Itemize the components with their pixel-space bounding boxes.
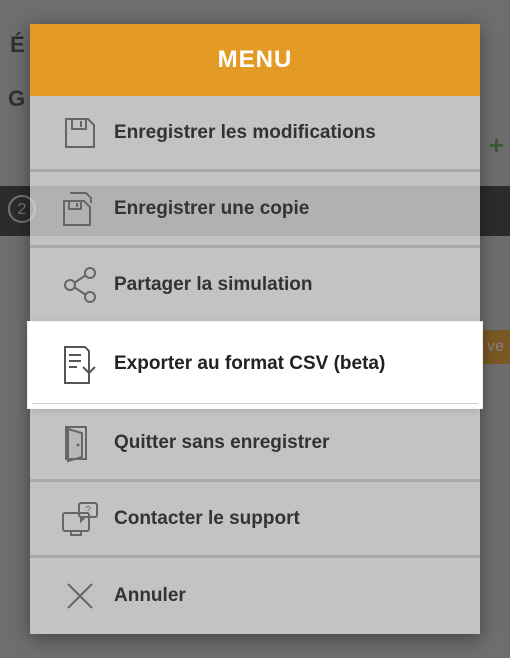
menu-item-save[interactable]: Enregistrer les modifications	[30, 96, 480, 172]
menu-item-save-copy[interactable]: Enregistrer une copie	[30, 172, 480, 248]
menu-item-label: Exporter au format CSV (beta)	[114, 353, 385, 375]
save-icon	[48, 113, 112, 153]
support-icon: ?	[48, 499, 112, 539]
menu-item-label: Contacter le support	[114, 508, 300, 530]
share-icon	[48, 265, 112, 305]
close-icon	[48, 578, 112, 614]
menu-item-label: Partager la simulation	[114, 274, 313, 296]
svg-text:?: ?	[85, 505, 91, 516]
menu-item-share[interactable]: Partager la simulation	[30, 248, 480, 324]
menu-item-label: Enregistrer les modifications	[114, 122, 376, 144]
menu-list: Enregistrer les modifications Enregistre…	[30, 96, 480, 634]
menu-item-export-csv[interactable]: Exporter au format CSV (beta)	[30, 324, 480, 406]
menu-item-label: Quitter sans enregistrer	[114, 432, 329, 454]
save-copy-icon	[48, 189, 112, 229]
menu-item-support[interactable]: ? Contacter le support	[30, 482, 480, 558]
menu-item-quit[interactable]: Quitter sans enregistrer	[30, 406, 480, 482]
menu-title: MENU	[30, 24, 480, 96]
menu-panel: MENU Enregistrer les modifications	[30, 24, 480, 634]
export-icon	[48, 343, 112, 385]
exit-icon	[48, 423, 112, 463]
menu-item-label: Enregistrer une copie	[114, 198, 309, 220]
menu-item-label: Annuler	[114, 585, 186, 607]
menu-item-cancel[interactable]: Annuler	[30, 558, 480, 634]
